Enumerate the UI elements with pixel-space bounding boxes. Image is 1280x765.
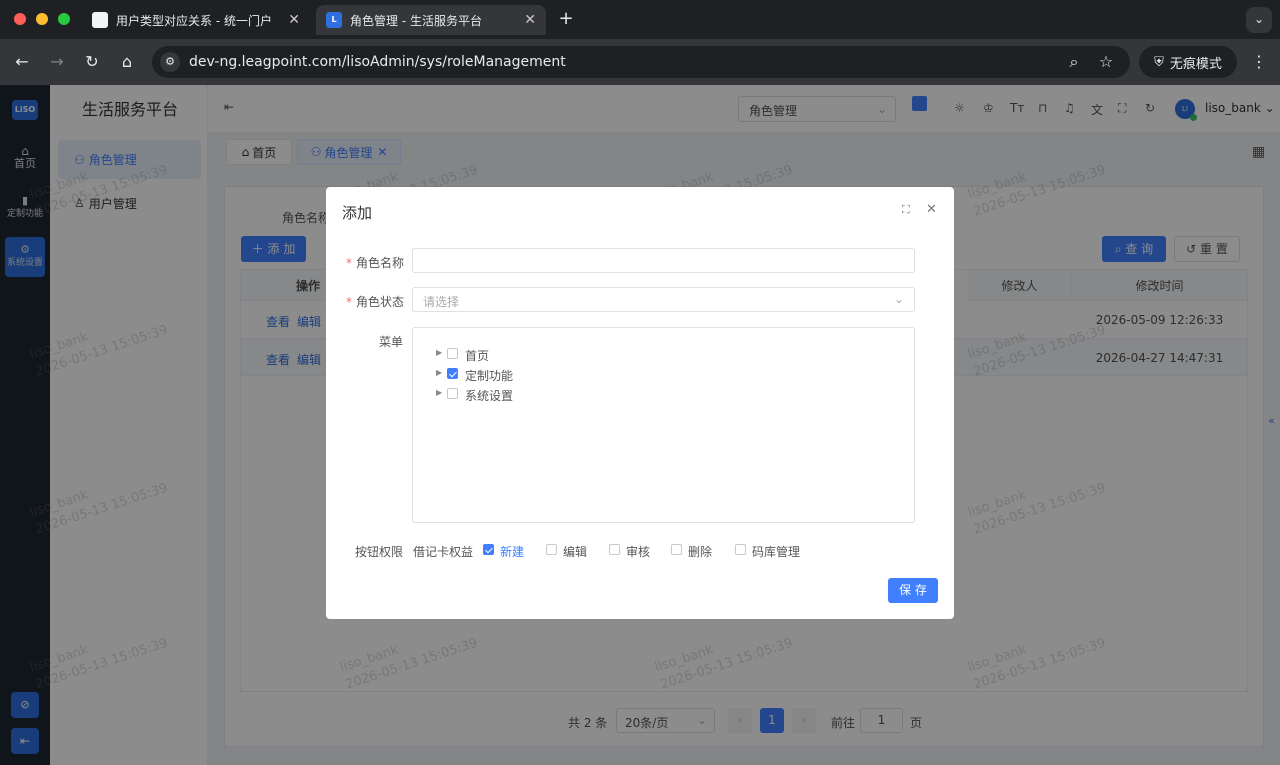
save-button[interactable]: 保 存: [888, 578, 938, 603]
tab-title: 用户类型对应关系 - 统一门户: [116, 13, 272, 28]
tree-checkbox[interactable]: [447, 388, 458, 399]
zoom-icon[interactable]: ⌕: [1062, 50, 1086, 74]
minimize-window-button[interactable]: [36, 13, 48, 25]
browser-menu-icon[interactable]: ⋮: [1247, 50, 1271, 74]
maximize-icon[interactable]: ⛶: [902, 203, 910, 217]
role-status-label: * 角色状态: [345, 295, 404, 309]
browser-tab-2[interactable]: L 角色管理 - 生活服务平台 ✕: [316, 5, 546, 35]
perm-checkbox[interactable]: [735, 544, 746, 555]
perm-checkbox[interactable]: [483, 544, 494, 555]
select-placeholder: 请选择: [423, 295, 460, 309]
dialog-title: 添加: [342, 204, 373, 222]
role-name-label: * 角色名称: [345, 256, 404, 270]
expand-arrow-icon[interactable]: ▶: [436, 388, 442, 397]
perm-checkbox[interactable]: [546, 544, 557, 555]
forward-icon[interactable]: →: [45, 50, 69, 74]
perm-option-label[interactable]: 码库管理: [752, 543, 800, 560]
button-perm-label: 按钮权限: [354, 545, 403, 559]
reload-icon[interactable]: ↻: [80, 50, 104, 74]
tree-checkbox[interactable]: [447, 368, 458, 379]
chevron-down-icon: ⌄: [893, 292, 904, 306]
close-window-button[interactable]: [14, 13, 26, 25]
bookmark-star-icon[interactable]: ☆: [1094, 50, 1118, 74]
tree-node-label[interactable]: 系统设置: [465, 387, 513, 404]
perm-checkbox[interactable]: [671, 544, 682, 555]
maximize-window-button[interactable]: [58, 13, 70, 25]
perm-option-label[interactable]: 审核: [626, 543, 650, 560]
tree-node-label[interactable]: 定制功能: [465, 367, 513, 384]
home-icon[interactable]: ⌂: [115, 50, 139, 74]
menu-label: 菜单: [378, 335, 403, 349]
role-name-input[interactable]: [412, 248, 915, 273]
site-info-icon[interactable]: ⚙: [160, 52, 180, 72]
perm-option-label[interactable]: 编辑: [563, 543, 587, 560]
tree-checkbox[interactable]: [447, 348, 458, 359]
browser-tab-1[interactable]: 用户类型对应关系 - 统一门户 ✕: [82, 5, 310, 35]
close-icon[interactable]: ✕: [926, 202, 937, 217]
page-icon: [92, 12, 108, 28]
close-tab-icon[interactable]: ✕: [524, 12, 536, 28]
incognito-label: 无痕模式: [1169, 56, 1222, 72]
expand-arrow-icon[interactable]: ▶: [436, 348, 442, 357]
close-tab-icon[interactable]: ✕: [288, 12, 300, 28]
perm-checkbox[interactable]: [609, 544, 620, 555]
tab-title: 角色管理 - 生活服务平台: [350, 13, 482, 28]
perm-group-label: 借记卡权益: [413, 545, 474, 559]
liso-favicon-icon: L: [326, 12, 342, 28]
expand-arrow-icon[interactable]: ▶: [436, 368, 442, 377]
perm-option-label[interactable]: 新建: [500, 543, 524, 560]
role-status-select[interactable]: 请选择 ⌄: [412, 287, 915, 312]
incognito-icon: ⛨: [1154, 54, 1164, 70]
new-tab-button[interactable]: +: [556, 8, 576, 32]
back-icon[interactable]: ←: [10, 50, 34, 74]
tab-search-icon[interactable]: ⌄: [1246, 7, 1272, 33]
url-text[interactable]: dev-ng.leagpoint.com/lisoAdmin/sys/roleM…: [189, 53, 566, 71]
incognito-badge[interactable]: ⛨ 无痕模式: [1139, 46, 1237, 78]
perm-option-label[interactable]: 删除: [688, 543, 712, 560]
tree-node-label[interactable]: 首页: [465, 347, 489, 364]
